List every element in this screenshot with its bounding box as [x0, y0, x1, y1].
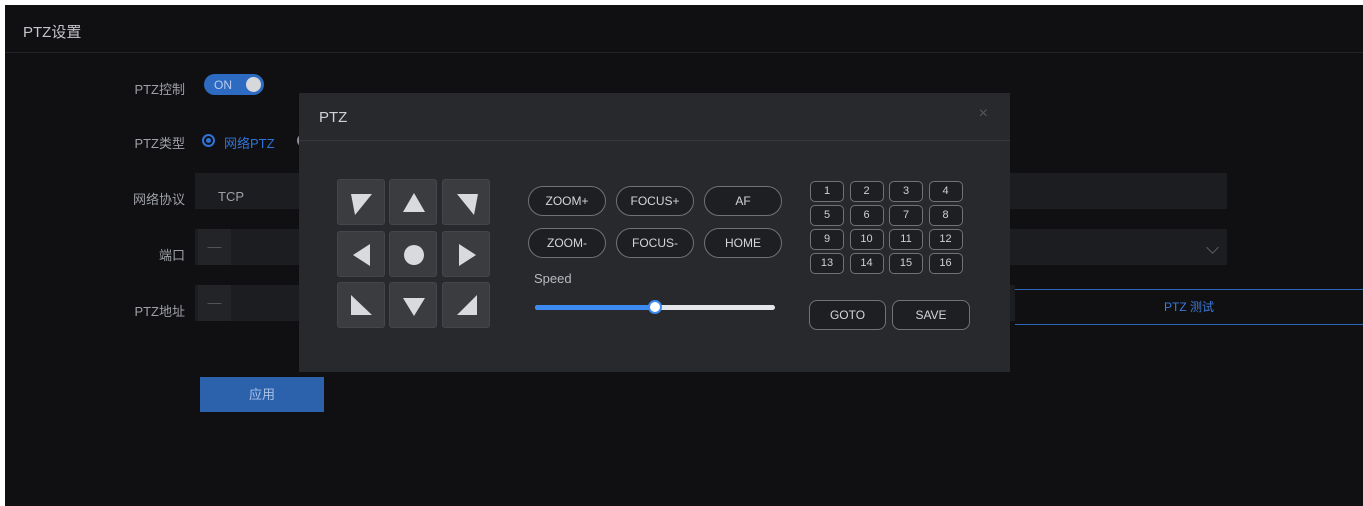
- preset-button[interactable]: 9: [810, 229, 844, 250]
- preset-button[interactable]: 13: [810, 253, 844, 274]
- circle-icon: [404, 245, 424, 265]
- tilt-up-button[interactable]: [389, 179, 437, 225]
- speed-slider-fill: [535, 305, 655, 310]
- arrow-left-icon: [353, 244, 370, 266]
- preset-button[interactable]: 12: [928, 229, 963, 250]
- arrow-down-icon: [403, 298, 425, 316]
- arrow-right-icon: [459, 244, 476, 266]
- ptz-dialog: PTZ × ZOOM+ FOCUS+ AF ZOOM- FOCUS- HOME …: [299, 93, 1010, 372]
- pan-down-right-button[interactable]: [442, 282, 490, 328]
- preset-button[interactable]: 15: [889, 253, 923, 274]
- save-button[interactable]: SAVE: [892, 300, 970, 330]
- speed-slider[interactable]: [535, 300, 775, 314]
- preset-button[interactable]: 10: [849, 229, 884, 250]
- ptz-type-network-label[interactable]: 网络PTZ: [224, 133, 275, 152]
- protocol-value: TCP: [218, 189, 244, 204]
- port-label: 端口: [158, 248, 185, 263]
- ptz-control-toggle[interactable]: ON: [204, 74, 264, 95]
- ptz-type-label: PTZ类型: [134, 136, 185, 151]
- port-decrement-button[interactable]: —: [198, 229, 231, 265]
- dialog-title: PTZ: [319, 109, 348, 126]
- preset-button[interactable]: 7: [889, 205, 923, 226]
- panel-header: PTZ设置: [5, 5, 1363, 53]
- arrow-up-left-icon: [351, 194, 372, 215]
- protocol-label: 网络协议: [132, 192, 185, 207]
- autofocus-button[interactable]: AF: [704, 186, 782, 216]
- home-button[interactable]: HOME: [704, 228, 782, 258]
- preset-button[interactable]: 1: [810, 181, 844, 202]
- arrow-up-icon: [403, 193, 425, 212]
- close-icon[interactable]: ×: [979, 105, 988, 123]
- arrow-up-right-icon: [457, 194, 478, 215]
- toggle-state-text: ON: [214, 78, 232, 92]
- tilt-down-button[interactable]: [389, 282, 437, 328]
- focus-out-button[interactable]: FOCUS-: [616, 228, 694, 258]
- preset-button[interactable]: 3: [889, 181, 923, 202]
- toggle-knob: [246, 77, 261, 92]
- ptz-control-label: PTZ控制: [134, 82, 185, 97]
- pan-right-button[interactable]: [442, 231, 490, 277]
- speed-label: Speed: [534, 271, 572, 286]
- ptz-test-button[interactable]: PTZ 测试: [1015, 289, 1363, 325]
- pan-up-left-button[interactable]: [337, 179, 385, 225]
- ptz-center-button[interactable]: [389, 231, 437, 277]
- pan-up-right-button[interactable]: [442, 179, 490, 225]
- preset-button[interactable]: 4: [928, 181, 963, 202]
- dialog-header: PTZ ×: [299, 93, 1010, 141]
- preset-button[interactable]: 11: [889, 229, 923, 250]
- focus-in-button[interactable]: FOCUS+: [616, 186, 694, 216]
- panel-title: PTZ设置: [23, 24, 82, 41]
- apply-button[interactable]: 应用: [200, 377, 324, 412]
- ptz-type-network-radio[interactable]: [202, 134, 215, 147]
- ptz-address-label: PTZ地址: [134, 304, 185, 319]
- preset-button[interactable]: 8: [928, 205, 963, 226]
- pan-down-left-button[interactable]: [337, 282, 385, 328]
- zoom-out-button[interactable]: ZOOM-: [528, 228, 606, 258]
- address-decrement-button[interactable]: —: [198, 285, 231, 321]
- pan-left-button[interactable]: [337, 231, 385, 277]
- preset-button[interactable]: 16: [928, 253, 963, 274]
- arrow-down-left-icon: [351, 295, 372, 315]
- arrow-down-right-icon: [457, 295, 477, 315]
- preset-button[interactable]: 2: [849, 181, 884, 202]
- zoom-in-button[interactable]: ZOOM+: [528, 186, 606, 216]
- speed-slider-handle[interactable]: [648, 300, 662, 314]
- preset-button[interactable]: 6: [849, 205, 884, 226]
- preset-button[interactable]: 14: [849, 253, 884, 274]
- goto-button[interactable]: GOTO: [809, 300, 886, 330]
- preset-button[interactable]: 5: [810, 205, 844, 226]
